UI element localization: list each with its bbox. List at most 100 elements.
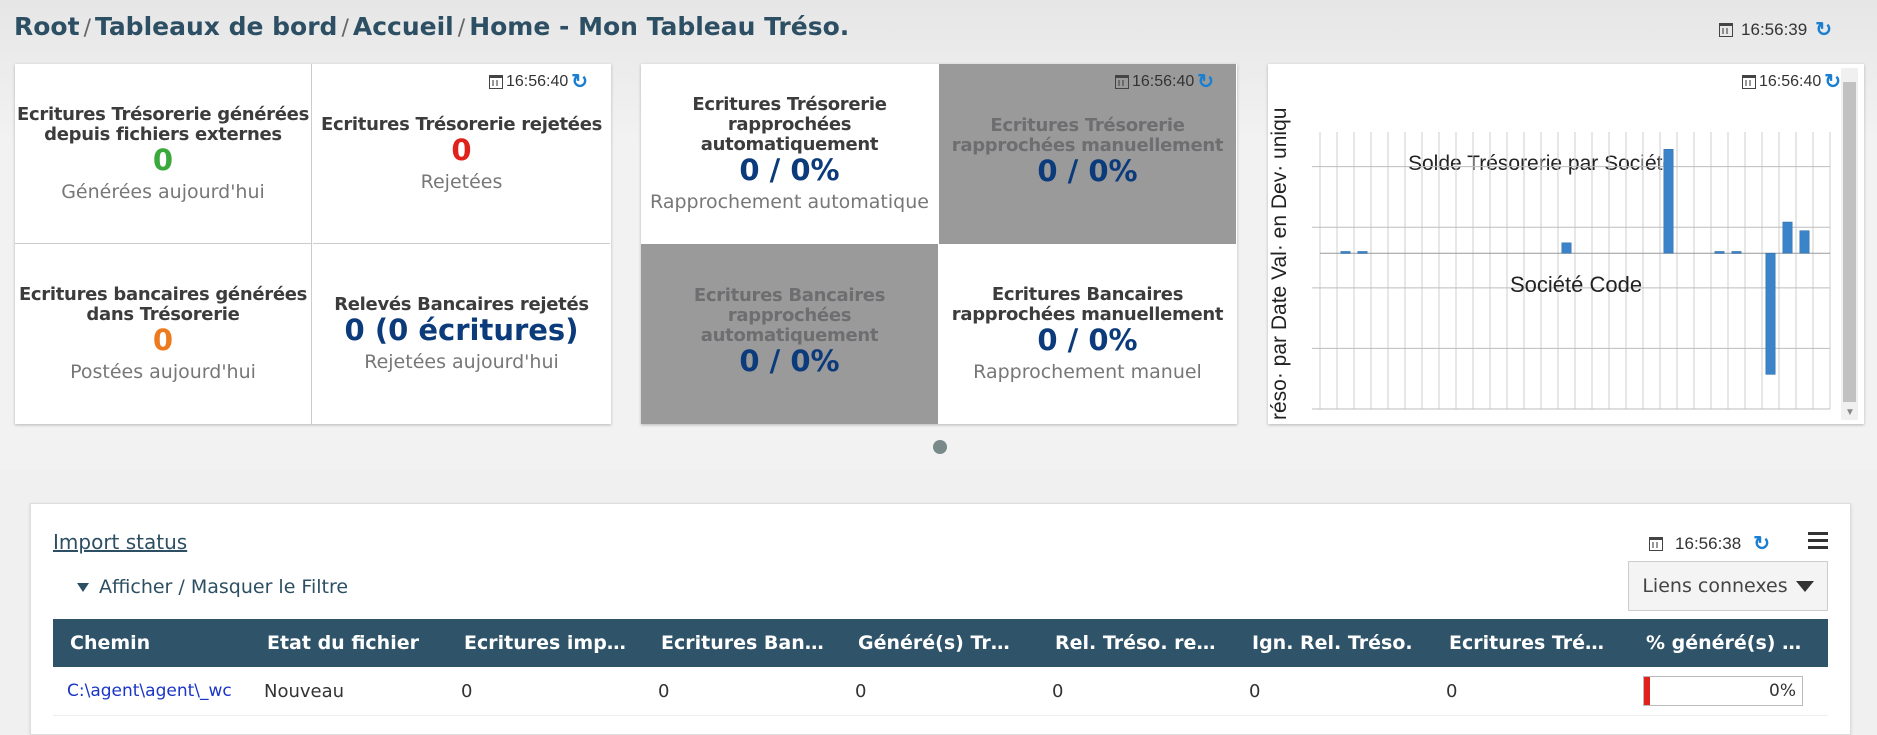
calendar-icon — [1649, 537, 1664, 551]
bar — [1714, 251, 1725, 254]
breadcrumb-root[interactable]: Root — [14, 12, 80, 41]
bar — [1765, 252, 1776, 375]
carousel-dot[interactable] — [933, 440, 947, 454]
calendar-icon — [1719, 23, 1734, 37]
kpi-title: Ecritures Trésorerie rapprochées manuell… — [951, 115, 1224, 156]
widget-timestamp: 16:56:40 ↻ — [1115, 72, 1214, 92]
kpi-value: 0 — [451, 132, 472, 167]
chart-x-axis-label: Société Code — [1510, 272, 1643, 297]
panel-time: 16:56:38 — [1675, 534, 1742, 553]
widget-time: 16:56:40 — [1132, 73, 1195, 90]
column-header[interactable]: Ecritures impo... — [447, 619, 644, 667]
kpi-cell[interactable]: Ecritures Bancaires rapprochées automati… — [641, 244, 938, 424]
widget-timestamp: 16:56:40 ↻ — [489, 72, 588, 92]
table-header-row: Chemin Etat du fichier Ecritures impo...… — [53, 619, 1828, 667]
bar — [1340, 251, 1351, 254]
filter-toggle[interactable]: Afficher / Masquer le Filtre — [77, 576, 348, 598]
caret-down-icon — [77, 582, 89, 592]
refresh-icon[interactable]: ↻ — [1753, 534, 1770, 554]
bar — [1799, 230, 1810, 254]
kpi-title: Relevés Bancaires rejetés — [334, 294, 589, 315]
refresh-icon[interactable]: ↻ — [571, 72, 588, 92]
bar — [1731, 251, 1742, 254]
column-header[interactable]: Ign. Rel. Tréso. — [1235, 619, 1432, 667]
column-header[interactable]: Etat du fichier — [250, 619, 447, 667]
kpi-value: 0 — [152, 142, 174, 177]
kpi-value: 0 / 0% — [1037, 154, 1138, 188]
related-links-label: Liens connexes — [1642, 575, 1788, 597]
chart-widget: Solde Trésorerie par Société — [1268, 64, 1864, 424]
kpi-cell[interactable]: Ecritures Trésorerie générées depuis fic… — [15, 64, 312, 244]
panel-title[interactable]: Import status — [53, 530, 187, 554]
path-link[interactable]: C:\agent\agent\_wc — [53, 667, 250, 716]
kpi-cell[interactable]: Ecritures Bancaires rapprochées manuelle… — [939, 244, 1236, 424]
bar — [1561, 242, 1572, 254]
header-timestamp: 16:56:39 ↻ — [1719, 20, 1832, 40]
kpi-value: 0 / 0% — [739, 153, 840, 187]
kpi-title: Ecritures Trésorerie rejetées — [320, 113, 603, 135]
chart-scrollbar[interactable]: ▼ — [1841, 68, 1858, 420]
panel-timestamp: 16:56:38 ↻ — [1649, 534, 1770, 554]
refresh-icon[interactable]: ↻ — [1824, 72, 1841, 92]
kpi-widget-generation: Ecritures Trésorerie générées depuis fic… — [15, 64, 611, 424]
import-status-panel: Import status 16:56:38 ↻ Afficher / Masq… — [30, 503, 1851, 735]
bar-chart — [1312, 132, 1831, 410]
caret-down-icon — [1795, 580, 1814, 592]
breadcrumb: Root / Tableaux de bord / Accueil / Home - Mon… — [14, 12, 850, 41]
kpi-title: Ecritures Trésorerie rapprochées automat… — [692, 94, 887, 155]
import-table: Chemin Etat du fichier Ecritures impo...… — [53, 619, 1828, 716]
table-cell: 0 — [1038, 667, 1235, 716]
table-cell: 0 — [1432, 667, 1629, 716]
kpi-cell[interactable]: Ecritures bancaires générées dans Trésor… — [15, 244, 312, 424]
kpi-cell[interactable]: Relevés Bancaires rejetés 0 (0 écritures… — [313, 244, 610, 424]
kpi-value: 0 / 0% — [1037, 323, 1138, 357]
bar — [1782, 221, 1793, 254]
scroll-down-icon[interactable]: ▼ — [1845, 407, 1855, 418]
kpi-subtitle: Rapprochement automatique — [650, 191, 929, 213]
related-links-button[interactable]: Liens connexes — [1628, 561, 1828, 611]
table-cell: 0 — [841, 667, 1038, 716]
hamburger-menu-icon[interactable] — [1808, 532, 1828, 550]
calendar-icon — [1742, 75, 1756, 89]
column-header[interactable]: Chemin — [53, 619, 250, 667]
kpi-widget-reconciliation: Ecritures Trésorerie rapprochées automat… — [641, 64, 1237, 424]
widget-time: 16:56:40 — [506, 73, 569, 90]
kpi-subtitle: Générées aujourd'hui — [61, 180, 265, 203]
table-row[interactable]: C:\agent\agent\_wc Nouveau 0 0 0 0 0 0 0… — [53, 667, 1828, 716]
column-header[interactable]: Ecritures Tréso... — [1432, 619, 1629, 667]
scrollbar-thumb[interactable] — [1843, 82, 1856, 402]
progress-label: 0% — [1769, 681, 1796, 701]
kpi-title: Ecritures bancaires générées dans Trésor… — [18, 284, 308, 325]
bar — [1663, 149, 1674, 254]
kpi-value: 0 — [152, 323, 174, 357]
kpi-subtitle: Rapprochement manuel — [973, 361, 1202, 383]
kpi-cell[interactable]: Ecritures Trésorerie rapprochées automat… — [641, 64, 938, 244]
kpi-title: Ecritures Bancaires rapprochées automati… — [693, 285, 886, 346]
page-title: Home - Mon Tableau Tréso. — [469, 12, 850, 41]
bar — [1357, 251, 1368, 254]
column-header[interactable]: Ecritures Banc.... — [644, 619, 841, 667]
kpi-title: Ecritures Bancaires rapprochées manuelle… — [951, 284, 1224, 325]
table-cell: 0 — [644, 667, 841, 716]
breadcrumb-accueil[interactable]: Accueil — [353, 12, 454, 41]
refresh-icon[interactable]: ↻ — [1197, 72, 1214, 92]
refresh-icon[interactable]: ↻ — [1815, 20, 1832, 40]
column-header[interactable]: % généré(s) da... — [1629, 619, 1828, 667]
table-cell: Nouveau — [250, 667, 447, 716]
kpi-subtitle: Postées aujourd'hui — [70, 361, 256, 383]
kpi-title: Ecritures Trésorerie générées depuis fic… — [17, 103, 309, 145]
progress-fill — [1644, 677, 1650, 705]
column-header[interactable]: Rel. Tréso. reje... — [1038, 619, 1235, 667]
progress-bar: 0% — [1643, 676, 1803, 706]
breadcrumb-tableaux[interactable]: Tableaux de bord — [95, 12, 337, 41]
widget-time: 16:56:40 — [1759, 73, 1822, 90]
kpi-value: 0 / 0% — [739, 344, 840, 378]
kpi-subtitle: Rejetées aujourd'hui — [364, 351, 559, 373]
column-header[interactable]: Généré(s) Tréso. — [841, 619, 1038, 667]
filter-label: Afficher / Masquer le Filtre — [99, 576, 349, 598]
kpi-subtitle: Rejetées — [420, 170, 503, 193]
kpi-value: 0 (0 écritures) — [344, 313, 579, 347]
table-cell: 0% — [1629, 667, 1828, 716]
calendar-icon — [489, 75, 503, 89]
header-time: 16:56:39 — [1741, 20, 1808, 39]
